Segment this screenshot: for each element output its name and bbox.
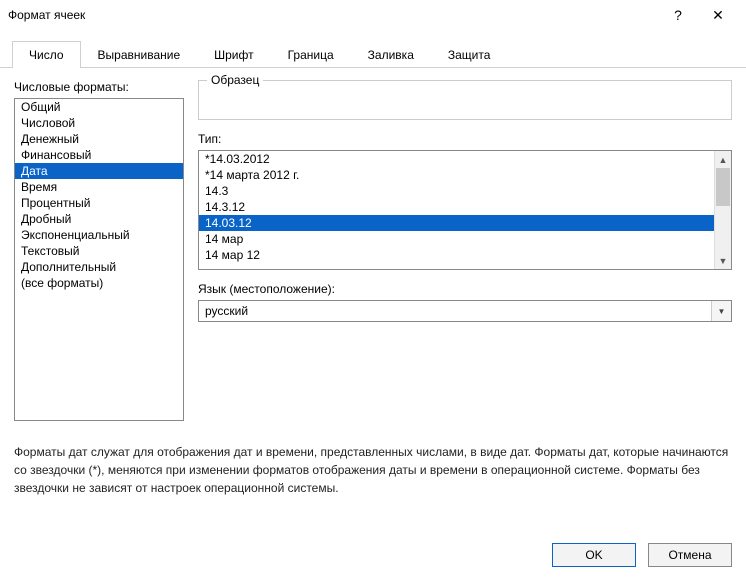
titlebar: Формат ячеек ? ✕ xyxy=(0,0,746,30)
scroll-down-icon[interactable]: ▼ xyxy=(715,252,731,269)
tab-strip: ЧислоВыравниваниеШрифтГраницаЗаливкаЗащи… xyxy=(0,40,746,68)
tab-2[interactable]: Шрифт xyxy=(197,41,270,68)
category-item[interactable]: (все форматы) xyxy=(15,275,183,291)
window-title: Формат ячеек xyxy=(8,8,658,22)
language-value: русский xyxy=(199,304,711,318)
category-item[interactable]: Финансовый xyxy=(15,147,183,163)
type-item[interactable]: *14.03.2012 xyxy=(199,151,714,167)
help-button[interactable]: ? xyxy=(658,7,698,23)
type-item[interactable]: *14 марта 2012 г. xyxy=(199,167,714,183)
category-item[interactable]: Дополнительный xyxy=(15,259,183,275)
tab-3[interactable]: Граница xyxy=(271,41,351,68)
type-item[interactable]: 14 мар xyxy=(199,231,714,247)
category-item[interactable]: Денежный xyxy=(15,131,183,147)
ok-button[interactable]: OK xyxy=(552,543,636,567)
format-cells-dialog: Формат ячеек ? ✕ ЧислоВыравниваниеШрифтГ… xyxy=(0,0,746,579)
category-item[interactable]: Текстовый xyxy=(15,243,183,259)
scroll-thumb[interactable] xyxy=(716,168,730,206)
category-item[interactable]: Числовой xyxy=(15,115,183,131)
category-item[interactable]: Экспоненциальный xyxy=(15,227,183,243)
category-listbox[interactable]: ОбщийЧисловойДенежныйФинансовыйДатаВремя… xyxy=(14,98,184,421)
categories-label: Числовые форматы: xyxy=(14,80,184,94)
description-text: Форматы дат служат для отображения дат и… xyxy=(14,443,732,497)
chevron-down-icon[interactable]: ▼ xyxy=(711,301,731,321)
category-item[interactable]: Время xyxy=(15,179,183,195)
dialog-footer: OK Отмена xyxy=(0,531,746,579)
type-scrollbar[interactable]: ▲ ▼ xyxy=(714,151,731,269)
sample-label: Образец xyxy=(207,73,263,87)
type-item[interactable]: 14 мар 12 xyxy=(199,247,714,263)
type-label: Тип: xyxy=(198,132,732,146)
language-combobox[interactable]: русский ▼ xyxy=(198,300,732,322)
type-item[interactable]: 14.3.12 xyxy=(199,199,714,215)
tab-1[interactable]: Выравнивание xyxy=(81,41,198,68)
category-item[interactable]: Процентный xyxy=(15,195,183,211)
type-item[interactable]: 14.03.12 xyxy=(199,215,714,231)
type-listbox[interactable]: *14.03.2012*14 марта 2012 г.14.314.3.121… xyxy=(198,150,732,270)
close-button[interactable]: ✕ xyxy=(698,7,738,24)
tab-panel-number: Числовые форматы: ОбщийЧисловойДенежныйФ… xyxy=(0,68,746,531)
category-item[interactable]: Дата xyxy=(15,163,183,179)
tab-5[interactable]: Защита xyxy=(431,41,508,68)
category-item[interactable]: Общий xyxy=(15,99,183,115)
language-label: Язык (местоположение): xyxy=(198,282,732,296)
tab-4[interactable]: Заливка xyxy=(351,41,431,68)
tab-0[interactable]: Число xyxy=(12,41,81,68)
type-item[interactable]: 14.3 xyxy=(199,183,714,199)
scroll-up-icon[interactable]: ▲ xyxy=(715,151,731,168)
sample-box: Образец xyxy=(198,80,732,120)
category-item[interactable]: Дробный xyxy=(15,211,183,227)
cancel-button[interactable]: Отмена xyxy=(648,543,732,567)
